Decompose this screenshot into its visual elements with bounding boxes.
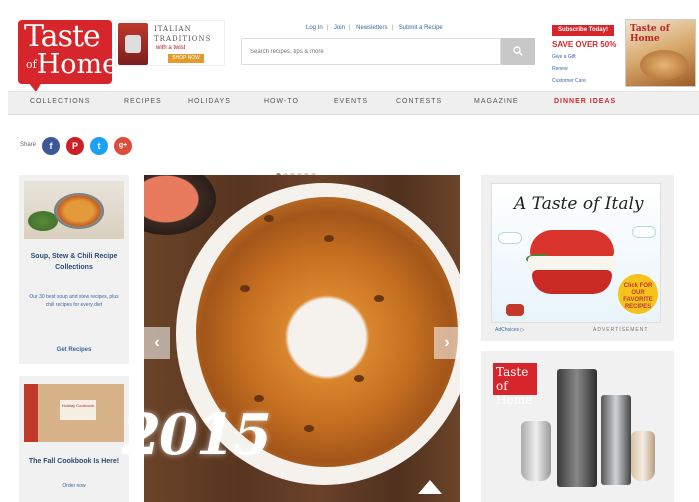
cookbook-card[interactable]: Holiday Cookbook The Fall Cookbook Is He… (19, 376, 129, 502)
google-plus-icon[interactable]: g+ (114, 137, 132, 155)
subscribe-badge[interactable]: Subscribe Today! (552, 25, 614, 36)
appliance-image (118, 23, 148, 65)
nav-magazine[interactable]: MAGAZINE (474, 98, 519, 105)
login-link[interactable]: Log In (306, 25, 323, 31)
customer-care-link[interactable]: Customer Care (552, 78, 586, 84)
ad-creative: A Taste of Italy Click FOR OUR FAVORITE … (491, 183, 661, 323)
nav-collections[interactable]: COLLECTIONS (30, 98, 90, 105)
ribbon (24, 384, 38, 442)
coffee-maker-image (557, 369, 597, 487)
gift-label: Holiday Cookbook (60, 400, 96, 420)
card-title[interactable]: The Fall Cookbook Is Here! (25, 456, 123, 467)
link-separator: | (326, 25, 329, 31)
get-recipes-link[interactable]: Get Recipes (27, 347, 121, 353)
nav-dinner-ideas[interactable]: DINNER IDEAS (554, 98, 616, 105)
twitter-icon[interactable]: t (90, 137, 108, 155)
nav-how-to[interactable]: HOW-TO (264, 98, 299, 105)
pinterest-icon[interactable]: P (66, 137, 84, 155)
nav-holidays[interactable]: HOLIDAYS (188, 98, 231, 105)
card-title[interactable]: Soup, Stew & Chili Recipe Collections (25, 251, 123, 273)
promo-ad[interactable]: ITALIAN TRADITIONS with a twist SHOP NOW (115, 20, 225, 66)
pecan (254, 395, 264, 402)
search-input[interactable] (242, 39, 500, 64)
blender-image (601, 395, 631, 485)
year-watermark: 2015 (122, 402, 272, 468)
logo-of: of (26, 58, 37, 71)
search-button[interactable] (501, 38, 535, 65)
ad-logo: Taste of Home (493, 363, 537, 407)
advertisement-label: ADVERTISEMENT (593, 327, 649, 333)
carousel-prev-button[interactable]: ‹ (144, 327, 170, 359)
tomato-bottom (532, 270, 612, 294)
soup-image (24, 181, 124, 239)
magazine-title: Taste of Home (630, 24, 670, 44)
main-nav: COLLECTIONS RECIPES HOLIDAYS HOW-TO EVEN… (8, 91, 699, 115)
pecan (304, 425, 314, 432)
cover-pie-image (640, 50, 688, 80)
promo-shop-button[interactable]: SHOP NOW (168, 54, 204, 63)
site-logo[interactable]: Taste ofHome (18, 20, 118, 92)
carafe-image (521, 421, 551, 481)
cloud (632, 226, 656, 238)
cookbook-image: Holiday Cookbook (24, 384, 124, 442)
hero-notch (418, 480, 442, 494)
top-links: Log In | Join | Newsletters | Submit a Reci… (306, 25, 447, 31)
carousel-next-button[interactable]: › (434, 327, 460, 359)
adchoices-link[interactable]: AdChoices ▷ (495, 327, 524, 333)
pecan (264, 215, 274, 222)
appliance-ad[interactable]: Taste of Home (481, 351, 674, 502)
click-badge[interactable]: Click FOR OUR FAVORITE RECIPES (618, 274, 658, 314)
facebook-icon[interactable]: f (42, 137, 60, 155)
pecan (240, 285, 250, 292)
promo-line-2: TRADITIONS (154, 35, 212, 43)
link-separator: | (391, 25, 394, 31)
promo-line-3: with a twist (156, 45, 186, 51)
pecan (374, 295, 384, 302)
search-box (241, 38, 501, 65)
soup-bowl (54, 193, 104, 229)
taste-of-italy-ad[interactable]: A Taste of Italy Click FOR OUR FAVORITE … (481, 175, 674, 341)
logo-home: Home (36, 49, 119, 80)
pecan (354, 375, 364, 382)
share-label: Share (20, 142, 37, 148)
soup-collection-card[interactable]: Soup, Stew & Chili Recipe Collections Ou… (19, 175, 129, 364)
tumbler-image (631, 431, 655, 481)
page: Taste ofHome ITALIAN TRADITIONS with a t… (0, 0, 699, 502)
subscribe-headline[interactable]: SAVE OVER 50% (552, 40, 616, 49)
promo-line-1: ITALIAN (154, 25, 192, 33)
cloud (498, 232, 522, 244)
join-link[interactable]: Join (334, 25, 345, 31)
submit-recipe-link[interactable]: Submit a Recipe (399, 25, 443, 31)
ad-title: A Taste of Italy (514, 194, 644, 214)
logo-line-2: ofHome (26, 50, 118, 80)
search-icon (513, 46, 523, 56)
nav-events[interactable]: EVENTS (334, 98, 368, 105)
renew-link[interactable]: Renew (552, 66, 568, 72)
magazine-cover[interactable]: Taste of Home (625, 19, 696, 87)
newsletters-link[interactable]: Newsletters (356, 25, 387, 31)
card-description: Our 30 best soup and stew recipes, plus … (29, 294, 119, 308)
scooter-icon (506, 304, 524, 316)
gift-link[interactable]: Give a Gift (552, 54, 576, 60)
subscribe-block: Subscribe Today! SAVE OVER 50% Give a Gi… (552, 22, 622, 86)
card-description: Order now (62, 483, 86, 489)
pecan (324, 235, 334, 242)
link-separator: | (348, 25, 351, 31)
nav-contests[interactable]: CONTESTS (396, 98, 442, 105)
nav-recipes[interactable]: RECIPES (124, 98, 162, 105)
